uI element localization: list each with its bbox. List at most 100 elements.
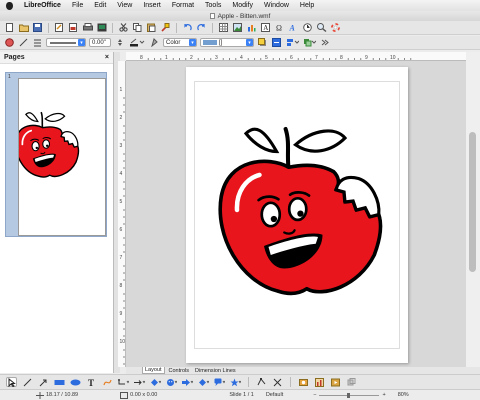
position-indicator: 18.17 / 10.89 — [30, 391, 84, 399]
chart-icon[interactable] — [246, 23, 257, 33]
menu-app-name[interactable]: LibreOffice — [24, 2, 61, 9]
chevron-down-icon: ▾ — [189, 39, 196, 46]
clock-icon[interactable] — [302, 23, 313, 33]
print-icon[interactable] — [82, 23, 93, 33]
layout-indicator[interactable]: Default — [260, 392, 289, 398]
clone-formatting-icon[interactable] — [160, 23, 171, 33]
image-icon[interactable] — [232, 23, 243, 33]
menu-edit[interactable]: Edit — [94, 2, 106, 9]
rectangle-tool-icon[interactable] — [54, 377, 65, 387]
more-options-icon[interactable] — [319, 38, 330, 48]
arrange-icon[interactable] — [302, 38, 316, 48]
zoom-slider[interactable]: − + — [307, 392, 391, 399]
status-bar: 18.17 / 10.89 0.00 x 0.00 Slide 1 / 1 De… — [0, 389, 480, 400]
line-style-select[interactable]: ▾ — [46, 38, 86, 47]
slide-pane-title: Pages — [4, 54, 25, 61]
menu-modify[interactable]: Modify — [232, 2, 253, 9]
drawing-toolbar: T — [0, 374, 480, 389]
block-arrows-icon[interactable] — [182, 377, 193, 387]
table-icon[interactable] — [218, 23, 229, 33]
open-folder-icon[interactable] — [18, 23, 29, 33]
zoom-slider-track[interactable] — [319, 392, 380, 399]
svg-text:Ω: Ω — [276, 24, 282, 33]
line-style-icon[interactable] — [18, 38, 29, 48]
menu-file[interactable]: File — [72, 2, 83, 9]
chart-insert-icon[interactable] — [314, 377, 325, 387]
extrusion-icon[interactable] — [346, 377, 357, 387]
ellipse-tool-icon[interactable] — [70, 377, 81, 387]
menu-window[interactable]: Window — [264, 2, 289, 9]
curve-tool-icon[interactable] — [102, 377, 113, 387]
menu-bar: LibreOffice File Edit View Insert Format… — [0, 0, 480, 11]
basic-shapes-icon[interactable] — [150, 377, 161, 387]
toolbar-separator — [248, 377, 249, 387]
flowchart-icon[interactable] — [198, 377, 209, 387]
transformations-icon[interactable] — [271, 38, 282, 48]
ruler-label: 1 — [120, 87, 123, 93]
slide-indicator: Slide 1 / 1 — [229, 392, 254, 398]
line-width-field[interactable]: 0.00" — [89, 38, 111, 47]
standard-toolbar: A Ω A — [0, 21, 480, 35]
slide-thumbnail[interactable]: 1 — [5, 72, 107, 237]
edit-file-icon[interactable] — [54, 23, 65, 33]
media-insert-icon[interactable] — [330, 377, 341, 387]
menu-tools[interactable]: Tools — [205, 2, 221, 9]
line-width-stepper-icon[interactable] — [114, 38, 125, 48]
align-objects-icon[interactable] — [285, 38, 299, 48]
stars-icon[interactable] — [230, 377, 241, 387]
arrow-style-icon[interactable] — [32, 38, 43, 48]
select-arrow-icon[interactable] — [6, 377, 17, 387]
thumbnail-page — [18, 78, 106, 236]
undo-icon[interactable] — [182, 23, 193, 33]
line-color-button[interactable] — [128, 38, 146, 48]
points-icon[interactable] — [256, 377, 267, 387]
symbol-shapes-icon[interactable] — [166, 377, 177, 387]
lines-arrows-tool-icon[interactable] — [134, 377, 145, 387]
special-character-icon[interactable]: Ω — [274, 23, 285, 33]
zoom-percentage[interactable]: 80% — [392, 392, 415, 398]
zoom-in-icon[interactable]: + — [382, 392, 385, 398]
new-document-icon[interactable] — [4, 23, 15, 33]
scrollbar-thumb[interactable] — [469, 132, 476, 272]
zoom-out-icon[interactable]: − — [313, 392, 316, 398]
save-icon[interactable] — [32, 23, 43, 33]
cut-icon[interactable] — [118, 23, 129, 33]
fontwork-icon[interactable]: A — [288, 23, 299, 33]
apple-menu-icon[interactable] — [6, 1, 13, 10]
apple-image[interactable] — [210, 119, 390, 319]
select-mode-icon[interactable] — [4, 38, 15, 48]
area-style-select[interactable]: Color ▾ — [163, 38, 197, 47]
menu-format[interactable]: Format — [172, 2, 194, 9]
line-width-value: 0.00" — [92, 39, 106, 46]
tab-controls[interactable]: Controls — [167, 368, 191, 374]
close-icon[interactable]: × — [105, 54, 109, 61]
menu-help[interactable]: Help — [300, 2, 314, 9]
callouts-icon[interactable] — [214, 377, 225, 387]
tab-dimension-lines[interactable]: Dimension Lines — [193, 368, 238, 374]
arrow-tool-icon[interactable] — [38, 377, 49, 387]
connector-tool-icon[interactable] — [118, 377, 129, 387]
area-color-select[interactable]: [] ▾ — [200, 38, 254, 47]
vertical-scrollbar[interactable] — [466, 52, 480, 373]
menu-view[interactable]: View — [117, 2, 132, 9]
copy-icon[interactable] — [132, 23, 143, 33]
menu-insert[interactable]: Insert — [143, 2, 161, 9]
image-insert-icon[interactable] — [298, 377, 309, 387]
redo-icon[interactable] — [196, 23, 207, 33]
drawing-canvas[interactable] — [126, 61, 466, 367]
text-box-icon[interactable]: A — [260, 23, 271, 33]
chevron-down-icon: ▾ — [78, 39, 85, 46]
help-lifebuoy-icon[interactable] — [330, 23, 341, 33]
zoom-icon[interactable] — [316, 23, 327, 33]
tab-layout[interactable]: Layout — [142, 367, 165, 374]
area-style-icon[interactable] — [149, 38, 160, 48]
export-pdf-icon[interactable] — [68, 23, 79, 33]
glue-points-icon[interactable] — [272, 377, 283, 387]
line-tool-icon[interactable] — [22, 377, 33, 387]
shadow-icon[interactable] — [257, 38, 268, 48]
area-style-value: Color — [166, 39, 181, 46]
text-tool-icon[interactable]: T — [86, 377, 97, 387]
print-preview-icon[interactable] — [96, 23, 107, 33]
paste-icon[interactable] — [146, 23, 157, 33]
layer-tabs: Layout Controls Dimension Lines — [126, 367, 480, 374]
